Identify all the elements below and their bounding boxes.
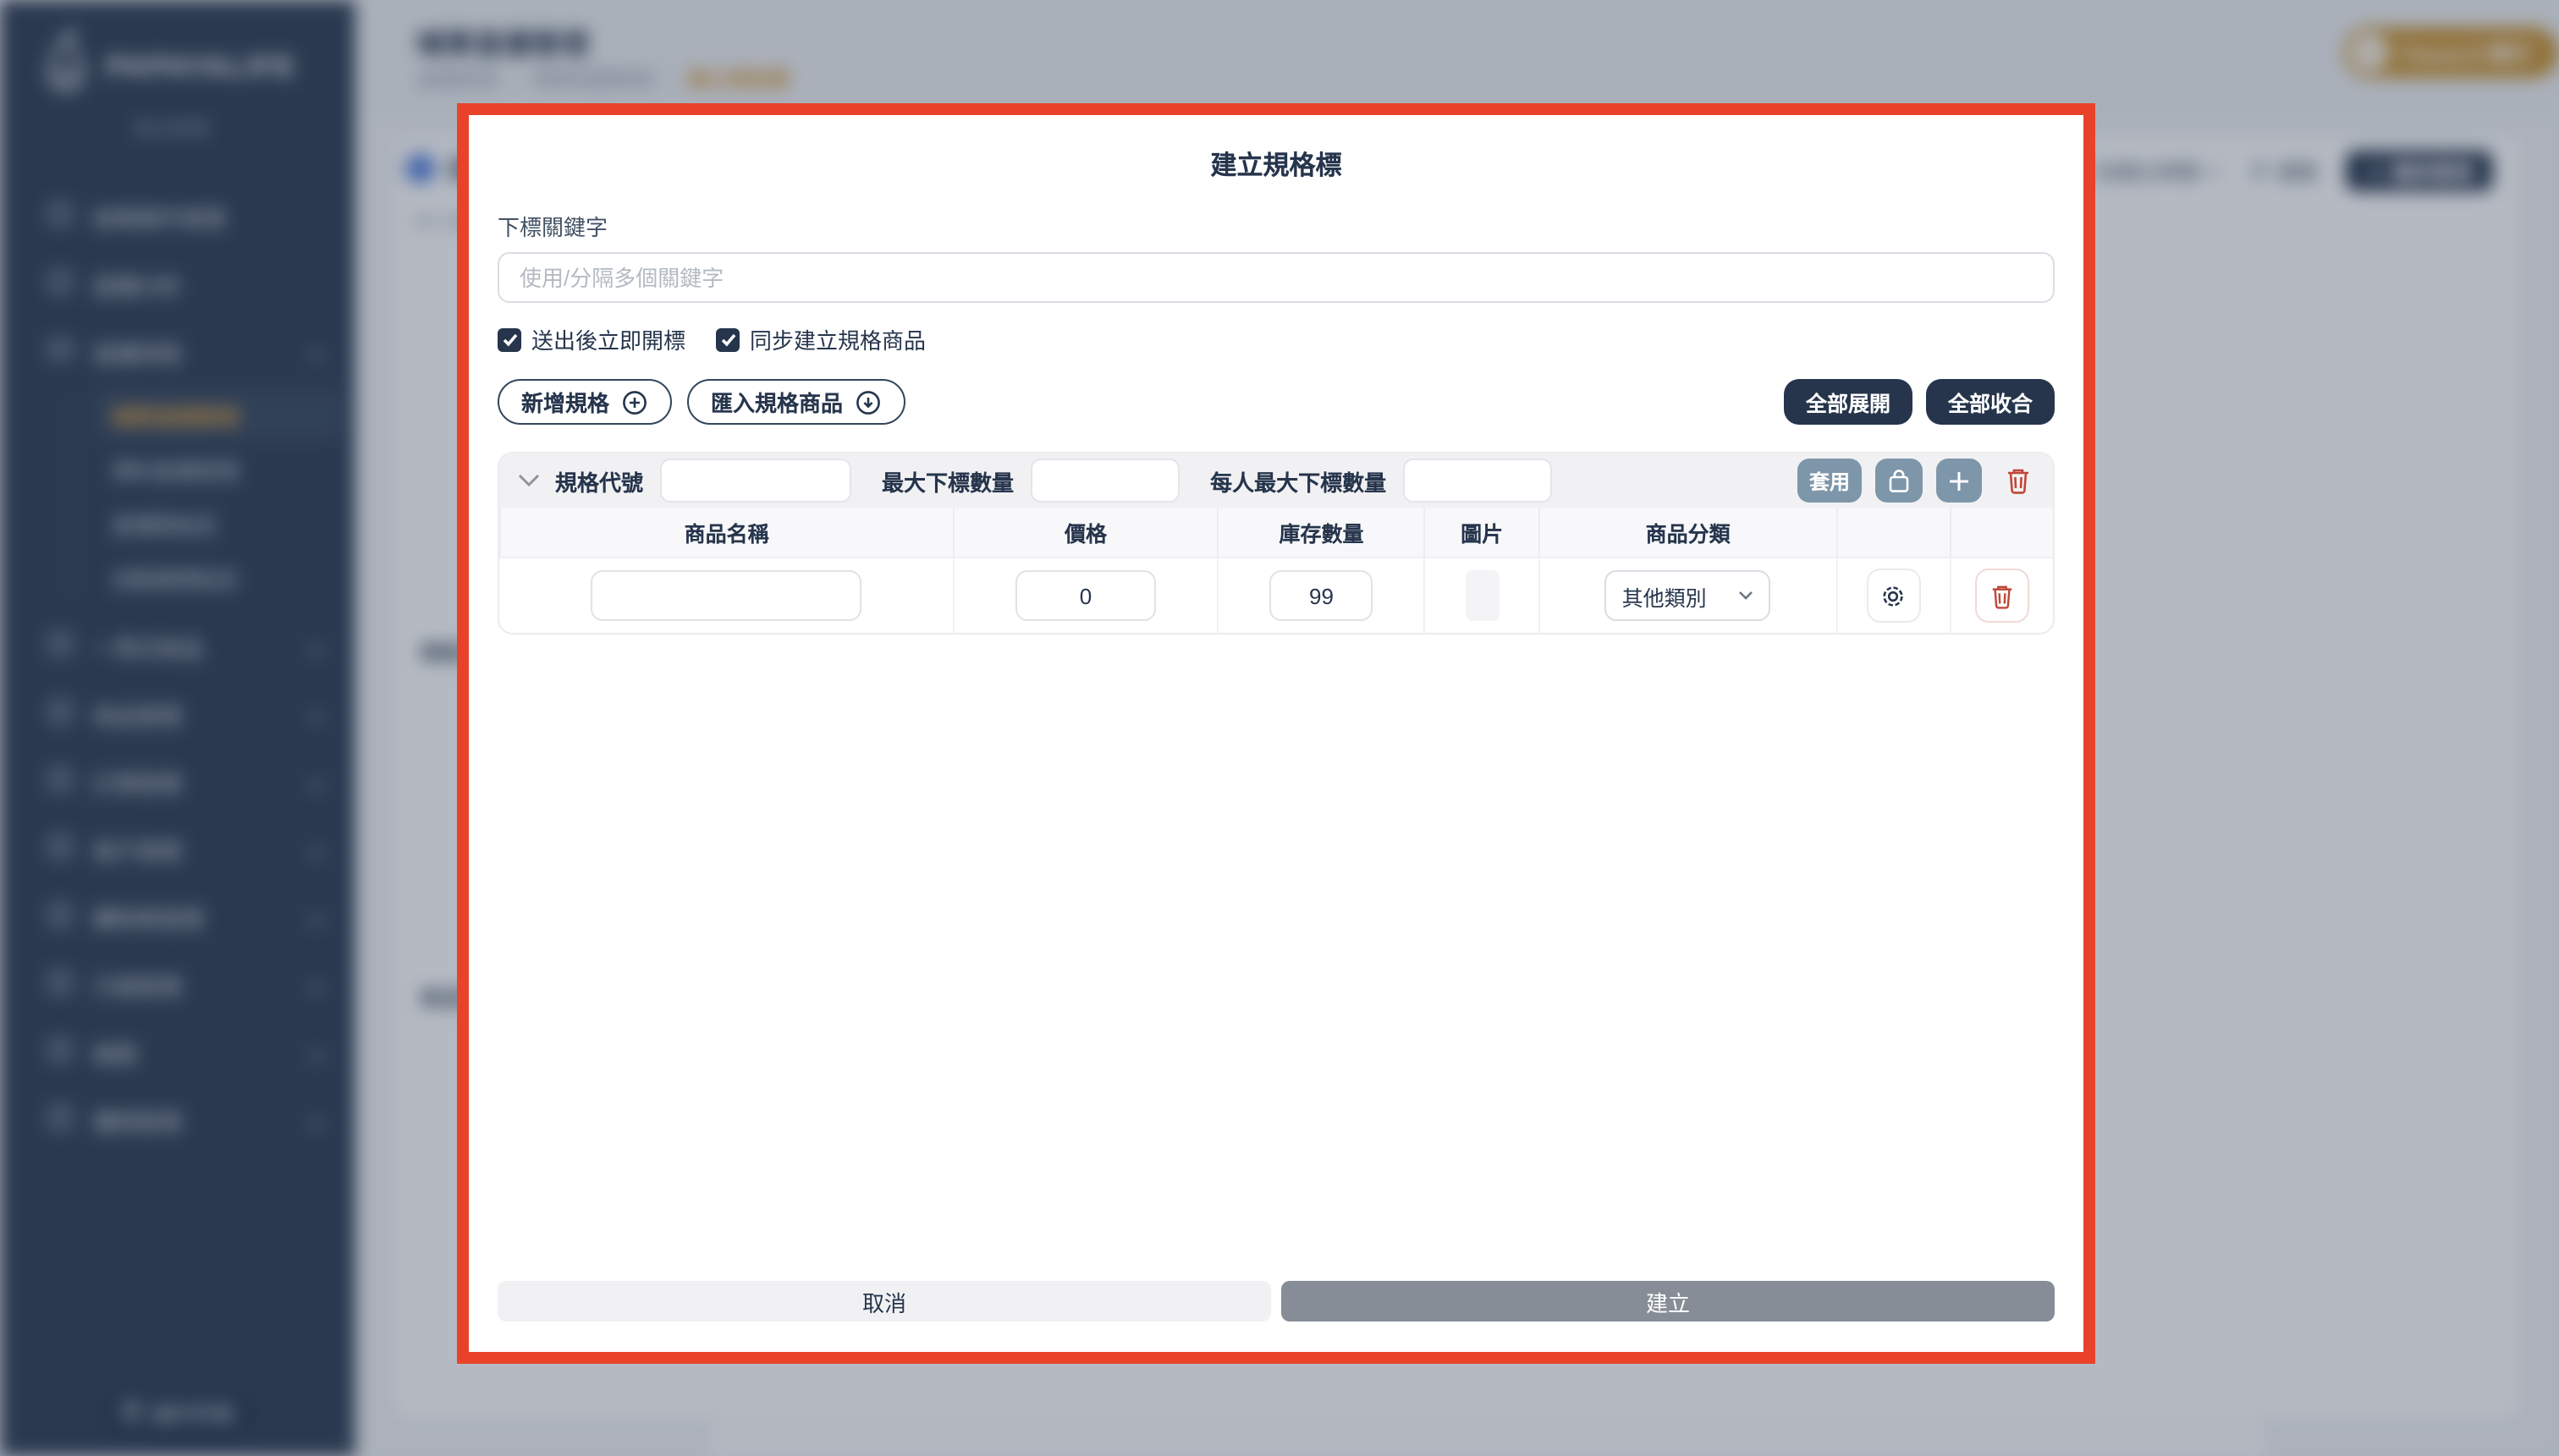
column-header: 庫存數量	[1217, 508, 1425, 558]
shopping-bag-icon	[1889, 469, 1909, 492]
add-row-button[interactable]	[1936, 459, 1982, 503]
open-bid-checkbox[interactable]: 送出後立即開標	[498, 323, 685, 355]
chevron-down-icon	[1739, 591, 1753, 600]
spec-code-label: 規格代號	[555, 470, 644, 495]
gear-icon	[1883, 585, 1903, 606]
trash-icon	[2008, 469, 2028, 494]
plus-circle-icon	[623, 390, 647, 414]
table-row: 其他類別	[500, 558, 2053, 633]
row-settings-button[interactable]	[1866, 569, 1921, 623]
modal-title: 建立規格標	[1210, 152, 1342, 181]
checkbox-checked-icon	[716, 327, 740, 351]
delete-spec-button[interactable]	[2002, 467, 2034, 494]
column-header	[1835, 508, 1951, 558]
keyword-label: 下標關鍵字	[498, 215, 608, 240]
max-bid-input[interactable]	[1031, 459, 1180, 503]
category-select[interactable]: 其他類別	[1604, 570, 1771, 621]
stock-input[interactable]	[1269, 570, 1373, 621]
expand-all-button[interactable]: 全部展開	[1783, 379, 1912, 425]
product-name-input[interactable]	[591, 570, 862, 621]
image-placeholder[interactable]	[1465, 570, 1500, 621]
cancel-button[interactable]: 取消	[498, 1281, 1271, 1321]
collapse-chevron-icon[interactable]	[518, 465, 540, 496]
per-user-max-label: 每人最大下標數量	[1210, 470, 1387, 495]
spec-block: 規格代號 最大下標數量 每人最大下標數量 套用 商品名稱 價格 庫存數量 圖片 …	[498, 452, 2055, 635]
max-bid-label: 最大下標數量	[882, 470, 1015, 495]
plus-icon	[1950, 471, 1968, 490]
table-header-row: 商品名稱 價格 庫存數量 圖片 商品分類	[499, 508, 2053, 558]
import-spec-button[interactable]: 匯入規格商品	[687, 379, 906, 425]
trash-icon	[1992, 585, 2011, 608]
row-delete-button[interactable]	[1974, 569, 2029, 623]
per-user-max-input[interactable]	[1403, 459, 1553, 503]
checkbox-checked-icon	[498, 327, 521, 351]
download-circle-icon	[856, 390, 880, 414]
collapse-all-button[interactable]: 全部收合	[1925, 379, 2055, 425]
column-header: 商品分類	[1538, 508, 1837, 558]
apply-button[interactable]: 套用	[1797, 459, 1862, 503]
bag-button[interactable]	[1875, 459, 1923, 503]
spec-code-input[interactable]	[660, 459, 852, 503]
column-header: 價格	[952, 508, 1219, 558]
price-input[interactable]	[1015, 570, 1156, 621]
create-spec-tag-modal: 建立規格標 下標關鍵字 送出後立即開標 同步建立規格商品 新增規格	[457, 103, 2095, 1364]
add-spec-button[interactable]: 新增規格	[498, 379, 673, 425]
create-button[interactable]: 建立	[1281, 1281, 2055, 1321]
column-header: 商品名稱	[499, 508, 954, 558]
keyword-input[interactable]	[498, 252, 2055, 303]
sync-product-checkbox[interactable]: 同步建立規格商品	[716, 323, 926, 355]
column-header	[1949, 508, 2053, 558]
spec-products-table: 商品名稱價格庫存數量圖片商品分類 其他類別	[499, 508, 2053, 633]
column-header: 圖片	[1423, 508, 1539, 558]
spec-header-row: 規格代號 最大下標數量 每人最大下標數量 套用	[499, 453, 2053, 508]
